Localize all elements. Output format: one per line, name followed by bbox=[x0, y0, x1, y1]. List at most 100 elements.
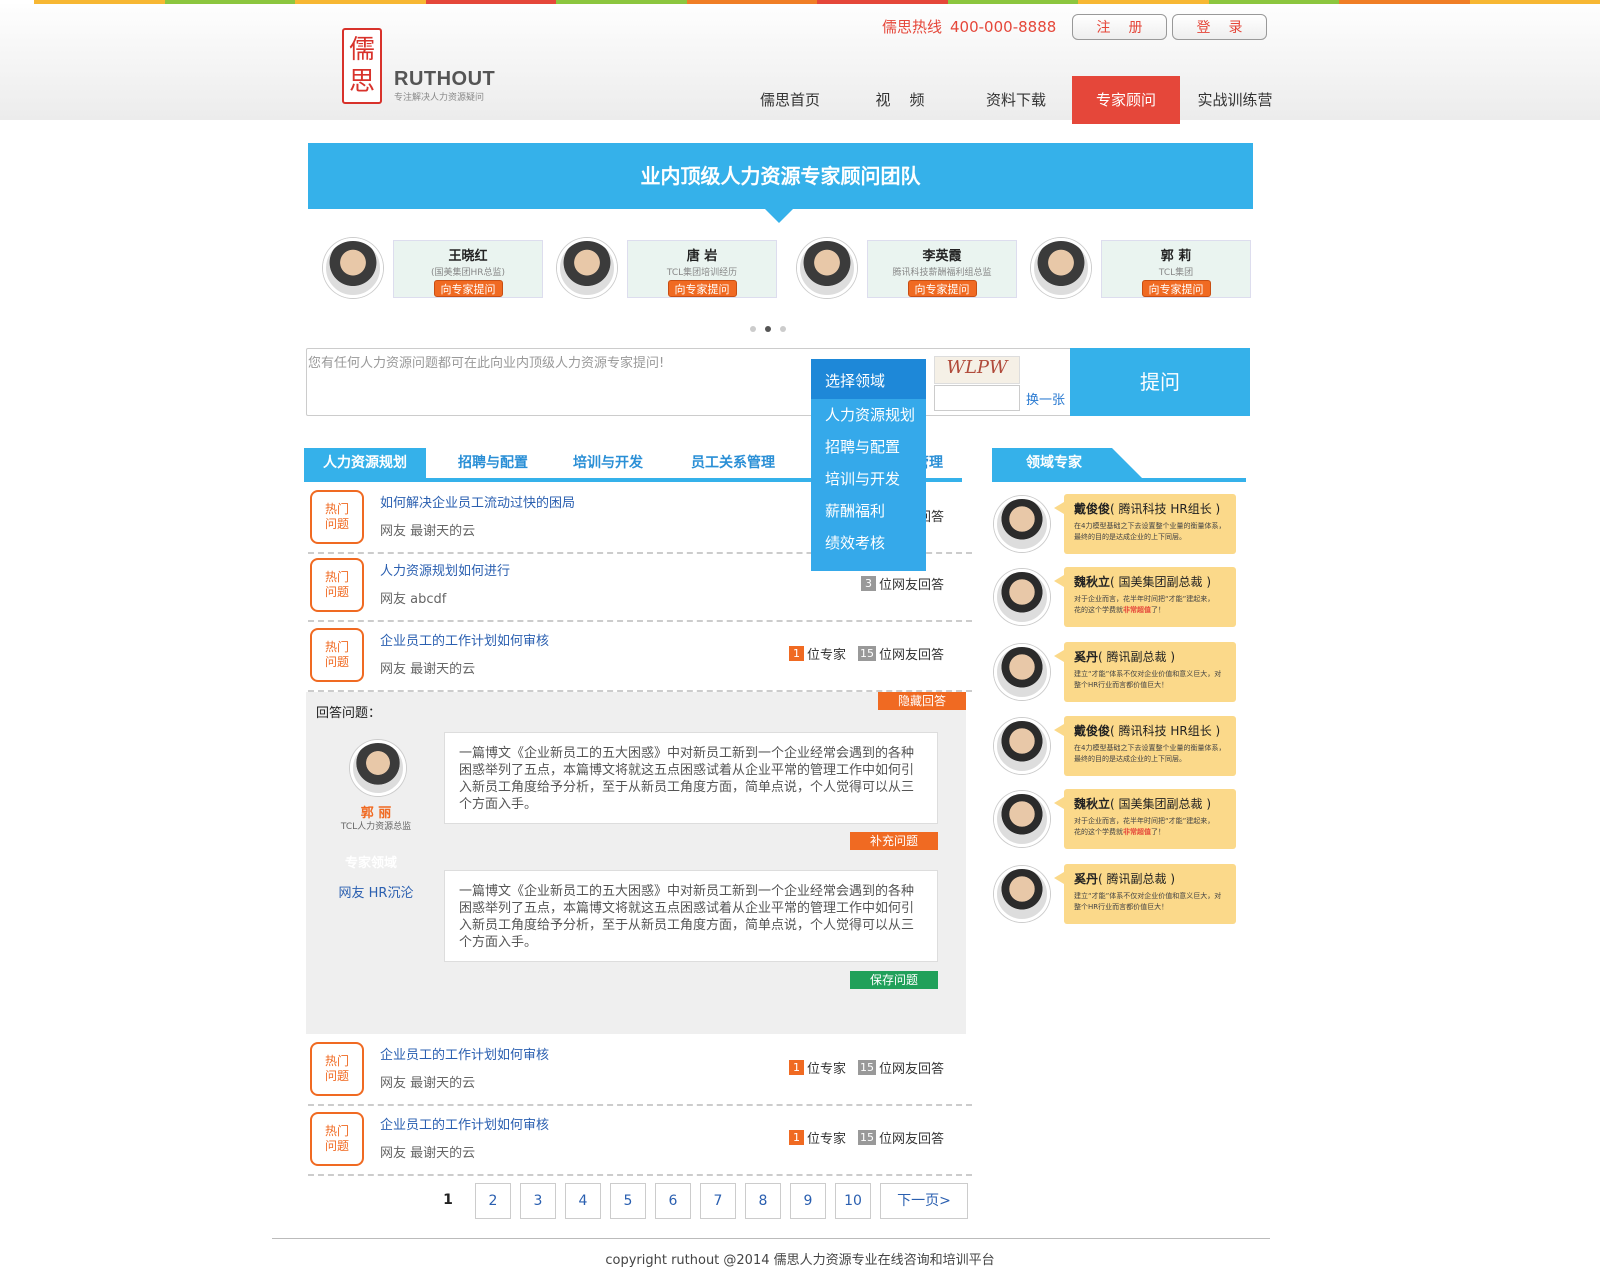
question-stats: 1 位专家 15 位网友回答 bbox=[788, 1128, 944, 1147]
nav-experts[interactable]: 专家顾问 bbox=[1072, 76, 1180, 124]
expert-title: (国美集团HR总监) bbox=[430, 268, 506, 278]
answer-panel-title: 回答问题： bbox=[316, 706, 382, 721]
answer-user[interactable]: 网友 HR沉沦 bbox=[306, 882, 446, 901]
expert-name-line: 戴俊俊( 腾讯科技 HR组长 ) bbox=[1074, 722, 1226, 739]
submit-question-button[interactable]: 提问 bbox=[1070, 348, 1250, 416]
carousel-dot-active[interactable] bbox=[765, 326, 771, 332]
supplement-button[interactable]: 补充问题 bbox=[850, 832, 938, 850]
logo-glyph: 儒 bbox=[348, 35, 375, 65]
expert-name: 郭 莉 bbox=[1160, 249, 1192, 264]
desc-line: 花的这个学费就 bbox=[1074, 606, 1123, 614]
expert-avatar bbox=[350, 740, 406, 796]
field-expert[interactable]: 戴俊俊( 腾讯科技 HR组长 ) 在4力模型基础之下去设置整个业量的衡量体系， 最… bbox=[992, 716, 1236, 778]
expert-avatar[interactable] bbox=[994, 496, 1050, 552]
dropdown-option[interactable]: 绩效考核 bbox=[811, 527, 926, 559]
hotline-label: 儒思热线 bbox=[882, 18, 943, 36]
logo[interactable]: 儒 思 bbox=[342, 28, 382, 104]
desc-line: 在4力模型基础之下去设置整个业量的衡量体系， bbox=[1074, 744, 1226, 752]
next-page-button[interactable]: 下一页> bbox=[880, 1183, 968, 1219]
refresh-captcha-link[interactable]: 换一张 bbox=[1026, 389, 1065, 408]
list-item[interactable]: 热门 问题 企业员工的工作计划如何审核 网友 最谢天的云 1 位专家 15 位网友回答 bbox=[308, 1040, 972, 1106]
dropdown-option[interactable]: 薪酬福利 bbox=[811, 495, 926, 527]
desc-line: 对于企业而言，花半年时间把“才能”建起来， bbox=[1074, 595, 1215, 603]
expert-avatar[interactable] bbox=[323, 238, 383, 298]
field-expert[interactable]: 戴俊俊( 腾讯科技 HR组长 ) 在4力模型基础之下去设置整个业量的衡量体系， 最… bbox=[992, 494, 1236, 556]
expert-avatar[interactable] bbox=[994, 791, 1050, 847]
banner-arrow bbox=[765, 209, 793, 223]
nav-downloads[interactable]: 资料下载 bbox=[960, 76, 1072, 124]
expert-title: TCL集团 bbox=[1158, 268, 1194, 278]
question-title[interactable]: 企业员工的工作计划如何审核 bbox=[380, 1114, 549, 1133]
hide-answer-button[interactable]: 隐藏回答 bbox=[878, 692, 966, 710]
login-button[interactable]: 登录 bbox=[1172, 14, 1267, 40]
expert-avatar[interactable] bbox=[994, 644, 1050, 700]
page-link[interactable]: 6 bbox=[655, 1183, 691, 1219]
tab-hr-planning[interactable]: 人力资源规划 bbox=[304, 448, 426, 478]
field-expert[interactable]: 奚丹( 腾讯副总裁 ) 建立“才能”体系不仅对企业价值和意义巨大，对 整个HR行业… bbox=[992, 642, 1236, 704]
header: 儒 思 RUTHOUT 专注解决人力资源疑问 儒思热线 400-000-8888 … bbox=[0, 4, 1600, 124]
page-link[interactable]: 5 bbox=[610, 1183, 646, 1219]
hot-label: 问题 bbox=[324, 1139, 349, 1153]
page-link[interactable]: 9 bbox=[790, 1183, 826, 1219]
field-expert[interactable]: 魏秋立( 国美集团副总裁 ) 对于企业而言，花半年时间把“才能”建起来， 花的这个… bbox=[992, 789, 1236, 851]
answer-label: 位网友回答 bbox=[878, 1132, 944, 1147]
hot-badge: 热门 问题 bbox=[310, 558, 364, 612]
expert-info: 李英霞 腾讯科技薪酬福利组总监 向专家提问 bbox=[867, 240, 1017, 298]
list-item[interactable]: 热门 问题 企业员工的工作计划如何审核 网友 最谢天的云 1 位专家 15 位网友回答 bbox=[308, 626, 972, 692]
expert-role: TCL人力资源总监 bbox=[340, 822, 412, 832]
captcha-input[interactable] bbox=[934, 385, 1020, 411]
dropdown-selected[interactable]: 选择领域 bbox=[811, 359, 926, 399]
tab-recruitment[interactable]: 招聘与配置 bbox=[432, 448, 554, 478]
captcha-image: WLPW bbox=[934, 356, 1020, 384]
save-question-button[interactable]: 保存问题 bbox=[850, 971, 938, 989]
nav-video[interactable]: 视 频 bbox=[840, 76, 960, 124]
answer-textarea[interactable]: 一篇博文《企业新员工的五大困惑》中对新员工新到一个企业经常会遇到的各种困惑举列了… bbox=[444, 870, 938, 962]
question-title[interactable]: 企业员工的工作计划如何审核 bbox=[380, 1044, 549, 1063]
desc-line: 最终的目的是达成企业的上下同层。 bbox=[1074, 755, 1186, 763]
ask-expert-button[interactable]: 向专家提问 bbox=[907, 280, 977, 297]
expert-avatar[interactable] bbox=[994, 718, 1050, 774]
expert-role: ( 国美集团副总裁 ) bbox=[1110, 797, 1212, 811]
ask-expert-button[interactable]: 向专家提问 bbox=[433, 280, 503, 297]
expert-avatar[interactable] bbox=[1031, 238, 1091, 298]
dropdown-option[interactable]: 人力资源规划 bbox=[811, 399, 926, 431]
expert-name: 戴俊俊 bbox=[1074, 502, 1111, 516]
list-item[interactable]: 热门 问题 企业员工的工作计划如何审核 网友 最谢天的云 1 位专家 15 位网友回答 bbox=[308, 1110, 972, 1176]
expert-avatar[interactable] bbox=[994, 866, 1050, 922]
expert-avatar[interactable] bbox=[557, 238, 617, 298]
carousel-dot[interactable] bbox=[750, 326, 756, 332]
carousel-dot[interactable] bbox=[780, 326, 786, 332]
expert-avatar[interactable] bbox=[994, 569, 1050, 625]
question-title[interactable]: 如何解决企业员工流动过快的困局 bbox=[380, 492, 575, 511]
hot-label: 问题 bbox=[324, 655, 349, 669]
register-button[interactable]: 注册 bbox=[1072, 14, 1167, 40]
expert-info: 唐 岩 TCL集团培训经历 向专家提问 bbox=[627, 240, 777, 298]
field-experts-header: 领域专家 bbox=[992, 448, 1246, 482]
ask-expert-button[interactable]: 向专家提问 bbox=[1141, 280, 1211, 297]
page-link[interactable]: 10 bbox=[835, 1183, 871, 1219]
ask-expert-button[interactable]: 向专家提问 bbox=[667, 280, 737, 297]
logo-glyph: 思 bbox=[348, 67, 375, 97]
nav-training[interactable]: 实战训练营 bbox=[1180, 76, 1290, 124]
tab-employee-relations[interactable]: 员工关系管理 bbox=[670, 448, 796, 478]
answer-text[interactable]: 一篇博文《企业新员工的五大困惑》中对新员工新到一个企业经常会遇到的各种困惑举列了… bbox=[444, 732, 938, 824]
nav-home[interactable]: 儒思首页 bbox=[740, 76, 840, 124]
page-link[interactable]: 2 bbox=[475, 1183, 511, 1219]
tab-training[interactable]: 培训与开发 bbox=[550, 448, 666, 478]
page-link[interactable]: 7 bbox=[700, 1183, 736, 1219]
field-expert[interactable]: 奚丹( 腾讯副总裁 ) 建立“才能”体系不仅对企业价值和意义巨大，对 整个HR行业… bbox=[992, 864, 1236, 926]
dropdown-option[interactable]: 招聘与配置 bbox=[811, 431, 926, 463]
page-link[interactable]: 3 bbox=[520, 1183, 556, 1219]
field-experts-tab[interactable]: 领域专家 bbox=[992, 448, 1142, 478]
page-link[interactable]: 4 bbox=[565, 1183, 601, 1219]
field-expert[interactable]: 魏秋立( 国美集团副总裁 ) 对于企业而言，花半年时间把“才能”建起来， 花的这个… bbox=[992, 567, 1236, 629]
question-user: 网友 abcdf bbox=[380, 592, 447, 607]
expert-name: 奚丹 bbox=[1074, 872, 1099, 886]
page-link[interactable]: 8 bbox=[745, 1183, 781, 1219]
dropdown-option[interactable]: 培训与开发 bbox=[811, 463, 926, 495]
question-title[interactable]: 人力资源规划如何进行 bbox=[380, 560, 510, 579]
expert-avatar[interactable] bbox=[797, 238, 857, 298]
expert-label: 位专家 bbox=[806, 1132, 846, 1147]
question-title[interactable]: 企业员工的工作计划如何审核 bbox=[380, 630, 549, 649]
answer-count: 15 bbox=[857, 1130, 876, 1145]
